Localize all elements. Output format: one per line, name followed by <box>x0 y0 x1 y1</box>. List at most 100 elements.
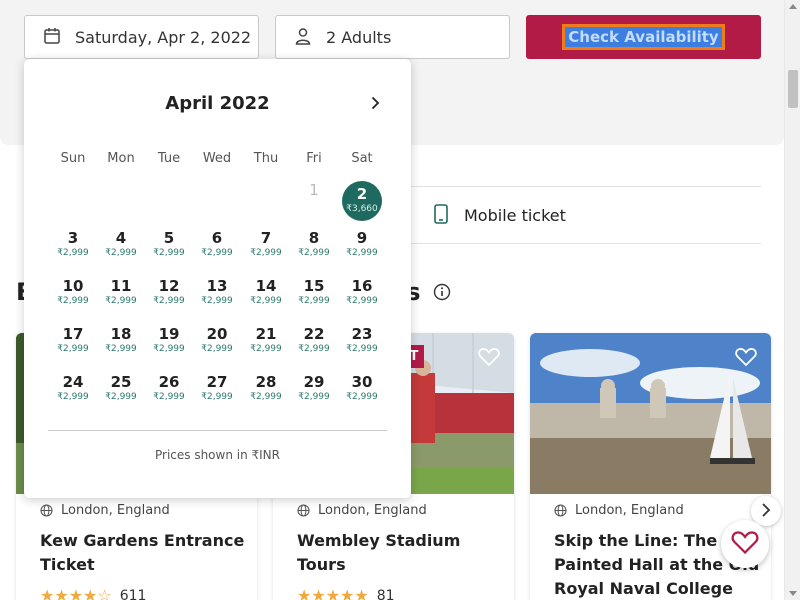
day-number: 13 <box>206 277 228 295</box>
card-location: London, England <box>297 503 427 518</box>
day-price: ₹2,999 <box>153 296 185 306</box>
day-price: ₹2,999 <box>298 392 330 402</box>
card-rating: ★★★★★ 81 <box>297 586 395 600</box>
day-price: ₹2,999 <box>346 344 378 354</box>
day-number: 24 <box>62 373 84 391</box>
calendar-day[interactable]: 18 ₹2,999 <box>100 323 142 365</box>
calendar-day[interactable]: 9 ₹2,999 <box>341 227 383 269</box>
day-number: 14 <box>255 277 277 295</box>
day-price: ₹2,999 <box>105 344 137 354</box>
day-number: 7 <box>260 229 272 247</box>
scroll-down-arrow-icon[interactable] <box>789 591 797 596</box>
day-price: ₹2,999 <box>201 392 233 402</box>
calendar-day-selected[interactable]: 2 ₹3,660 <box>342 181 382 221</box>
day-number: 28 <box>255 373 277 391</box>
chevron-right-icon <box>371 95 380 114</box>
calendar-day[interactable]: 6 ₹2,999 <box>196 227 238 269</box>
next-month-button[interactable] <box>368 95 382 113</box>
guests-value: 2 Adults <box>326 27 392 47</box>
day-price: ₹3,660 <box>346 204 378 214</box>
card-location-text: London, England <box>61 503 170 518</box>
calendar-day[interactable]: 20 ₹2,999 <box>196 323 238 365</box>
wishlist-button[interactable] <box>721 520 769 568</box>
calendar-day[interactable]: 25 ₹2,999 <box>100 371 142 413</box>
day-price: ₹2,999 <box>153 344 185 354</box>
calendar-day[interactable]: 3 ₹2,999 <box>52 227 94 269</box>
day-number: 1 <box>309 181 319 199</box>
date-picker-popup: April 2022 Sun Mon Tue Wed Thu Fri Sat 1 2 ₹3,66… <box>24 59 411 498</box>
heart-outline-icon[interactable] <box>735 347 757 367</box>
weekday-header: Tue <box>157 151 181 166</box>
day-price: ₹2,999 <box>105 248 137 258</box>
day-number: 23 <box>351 325 373 343</box>
info-icon[interactable] <box>433 283 451 301</box>
review-count: 81 <box>376 587 395 600</box>
calendar-day[interactable]: 28 ₹2,999 <box>245 371 287 413</box>
day-number: 4 <box>115 229 127 247</box>
calendar-day[interactable]: 7 ₹2,999 <box>245 227 287 269</box>
card-location: London, England <box>554 503 684 518</box>
chevron-right-icon <box>761 502 771 521</box>
day-number: 20 <box>206 325 228 343</box>
day-price: ₹2,999 <box>250 248 282 258</box>
calendar-day[interactable]: 12 ₹2,999 <box>148 275 190 317</box>
calendar-day[interactable]: 22 ₹2,999 <box>293 323 335 365</box>
day-number: 22 <box>303 325 325 343</box>
calendar-day[interactable]: 5 ₹2,999 <box>148 227 190 269</box>
day-price: ₹2,999 <box>57 344 89 354</box>
day-price: ₹2,999 <box>201 248 233 258</box>
card-title[interactable]: Kew Gardens Entrance Ticket <box>40 529 250 577</box>
day-number: 12 <box>158 277 180 295</box>
day-price: ₹2,999 <box>153 248 185 258</box>
calendar-day[interactable]: 21 ₹2,999 <box>245 323 287 365</box>
star-rating: ★★★★★ <box>297 586 369 600</box>
calendar-day[interactable]: 15 ₹2,999 <box>293 275 335 317</box>
check-availability-button[interactable]: Check Availability <box>526 15 761 59</box>
day-number: 19 <box>158 325 180 343</box>
heart-outline-icon[interactable] <box>478 347 500 367</box>
calendar-day[interactable]: 27 ₹2,999 <box>196 371 238 413</box>
scroll-thumb[interactable] <box>788 70 798 108</box>
page-scrollbar[interactable] <box>784 0 800 600</box>
calendar-day[interactable]: 11 ₹2,999 <box>100 275 142 317</box>
card-title[interactable]: Wembley Stadium Tours <box>297 529 507 577</box>
day-price: ₹2,999 <box>298 344 330 354</box>
mobile-ticket-label: Mobile ticket <box>464 205 566 225</box>
day-price: ₹2,999 <box>298 248 330 258</box>
calendar-day[interactable]: 14 ₹2,999 <box>245 275 287 317</box>
person-icon <box>294 27 314 47</box>
day-price: ₹2,999 <box>153 392 185 402</box>
calendar-day[interactable]: 4 ₹2,999 <box>100 227 142 269</box>
calendar-divider <box>48 430 387 431</box>
weekday-header: Fri <box>306 151 322 166</box>
calendar-day[interactable]: 10 ₹2,999 <box>52 275 94 317</box>
date-picker-field[interactable]: Saturday, Apr 2, 2022 <box>24 15 259 59</box>
day-price: ₹2,999 <box>201 296 233 306</box>
calendar-month-label: April 2022 <box>24 93 411 114</box>
calendar-day[interactable]: 29 ₹2,999 <box>293 371 335 413</box>
guests-field[interactable]: 2 Adults <box>275 15 510 59</box>
calendar-day[interactable]: 8 ₹2,999 <box>293 227 335 269</box>
calendar-day[interactable]: 13 ₹2,999 <box>196 275 238 317</box>
weekday-header: Wed <box>202 151 232 166</box>
day-number: 8 <box>308 229 320 247</box>
day-price: ₹2,999 <box>346 392 378 402</box>
day-price: ₹2,999 <box>346 296 378 306</box>
day-number: 17 <box>62 325 84 343</box>
check-availability-label: Check Availability <box>562 24 725 50</box>
scroll-up-arrow-icon[interactable] <box>789 4 797 9</box>
calendar-day[interactable]: 16 ₹2,999 <box>341 275 383 317</box>
calendar-day[interactable]: 17 ₹2,999 <box>52 323 94 365</box>
day-number: 18 <box>110 325 132 343</box>
calendar-day[interactable]: 19 ₹2,999 <box>148 323 190 365</box>
globe-icon <box>297 504 310 517</box>
calendar-month-text: April 2022 <box>165 93 270 114</box>
calendar-day[interactable]: 30 ₹2,999 <box>341 371 383 413</box>
day-number: 5 <box>163 229 175 247</box>
calendar-day[interactable]: 26 ₹2,999 <box>148 371 190 413</box>
calendar-day[interactable]: 23 ₹2,999 <box>341 323 383 365</box>
currency-note: Prices shown in ₹INR <box>154 448 280 462</box>
calendar-day[interactable]: 24 ₹2,999 <box>52 371 94 413</box>
day-number: 16 <box>351 277 373 295</box>
day-number: 29 <box>303 373 325 391</box>
